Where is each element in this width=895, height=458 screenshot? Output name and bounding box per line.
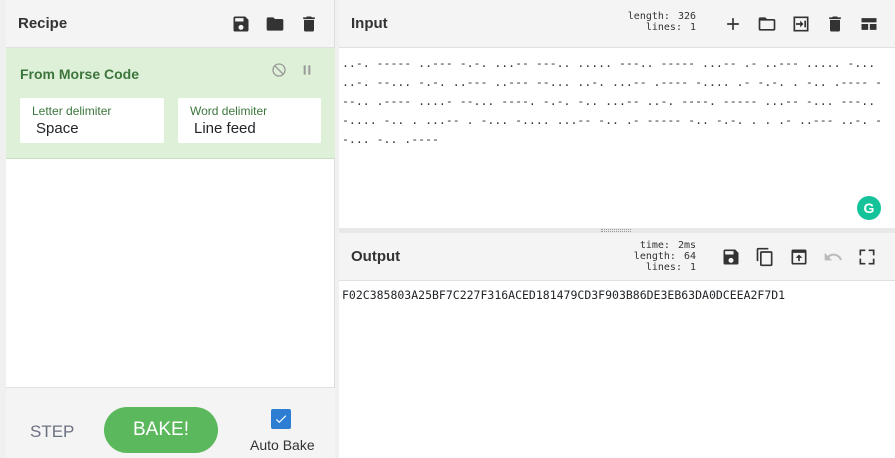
output-time-value: 2ms [677, 240, 696, 251]
output-toolbar [720, 246, 878, 268]
replace-input-icon[interactable] [788, 246, 810, 268]
word-delimiter-value[interactable]: Line feed [194, 120, 256, 137]
letter-delimiter-value[interactable]: Space [36, 120, 79, 137]
auto-bake-label: Auto Bake [250, 437, 315, 453]
grammarly-icon[interactable]: G [857, 196, 881, 220]
letter-delimiter-field[interactable]: Letter delimiter Space [20, 98, 164, 143]
input-toolbar [722, 13, 880, 35]
output-lines-label: lines: [645, 262, 682, 273]
output-length-value: 64 [683, 251, 696, 262]
output-time-label: time: [639, 240, 670, 251]
input-textarea[interactable]: ..-. ----- ..--- -.-. ...-- ---.. ..... … [342, 54, 887, 214]
bake-button[interactable]: BAKE! [104, 407, 218, 453]
recipe-header: Recipe [6, 0, 334, 48]
cyberchef-app: Recipe From Morse Code Letter delimiter … [0, 0, 895, 458]
disable-icon[interactable] [271, 62, 287, 78]
folder-icon[interactable] [264, 13, 286, 35]
bake-controls: STEP BAKE! Auto Bake [6, 387, 335, 458]
letter-delimiter-label: Letter delimiter [32, 104, 112, 118]
input-title: Input [351, 15, 388, 32]
auto-bake-checkbox[interactable] [271, 409, 291, 429]
word-delimiter-field[interactable]: Word delimiter Line feed [178, 98, 321, 143]
open-file-icon[interactable] [790, 13, 812, 35]
clear-input-icon[interactable] [824, 13, 846, 35]
add-tab-icon[interactable] [722, 13, 744, 35]
output-lines-value: 1 [689, 262, 696, 273]
input-stats: length: 326 lines: 1 [610, 11, 696, 33]
pause-icon[interactable] [299, 62, 315, 78]
trash-icon[interactable] [298, 13, 320, 35]
recipe-toolbar [230, 13, 334, 35]
output-title: Output [351, 248, 401, 265]
input-lines-label: lines: [645, 22, 682, 33]
copy-icon[interactable] [754, 246, 776, 268]
input-length-label: length: [627, 11, 670, 22]
input-lines-value: 1 [689, 22, 696, 33]
output-stats: time: 2ms length: 64 lines: 1 [610, 240, 696, 273]
checkmark-icon [275, 415, 287, 424]
operation-controls [271, 62, 315, 78]
word-delimiter-label: Word delimiter [190, 104, 268, 118]
step-button[interactable]: STEP [30, 422, 74, 442]
operation-title: From Morse Code [20, 66, 140, 82]
undo-icon[interactable] [822, 246, 844, 268]
maximize-icon[interactable] [856, 246, 878, 268]
resize-handle-icon[interactable] [601, 229, 631, 232]
input-length-value: 326 [677, 11, 696, 22]
output-length-label: length: [633, 251, 676, 262]
reset-layout-icon[interactable] [858, 13, 880, 35]
output-text[interactable]: F02C385803A25BF7C227F316ACED181479CD3F90… [342, 288, 785, 302]
operation-from-morse-code[interactable]: From Morse Code Letter delimiter Space W… [6, 48, 335, 159]
save-icon[interactable] [230, 13, 252, 35]
recipe-panel: Recipe From Morse Code Letter delimiter … [6, 0, 335, 458]
open-folder-icon[interactable] [756, 13, 778, 35]
save-output-icon[interactable] [720, 246, 742, 268]
recipe-title: Recipe [18, 15, 68, 32]
